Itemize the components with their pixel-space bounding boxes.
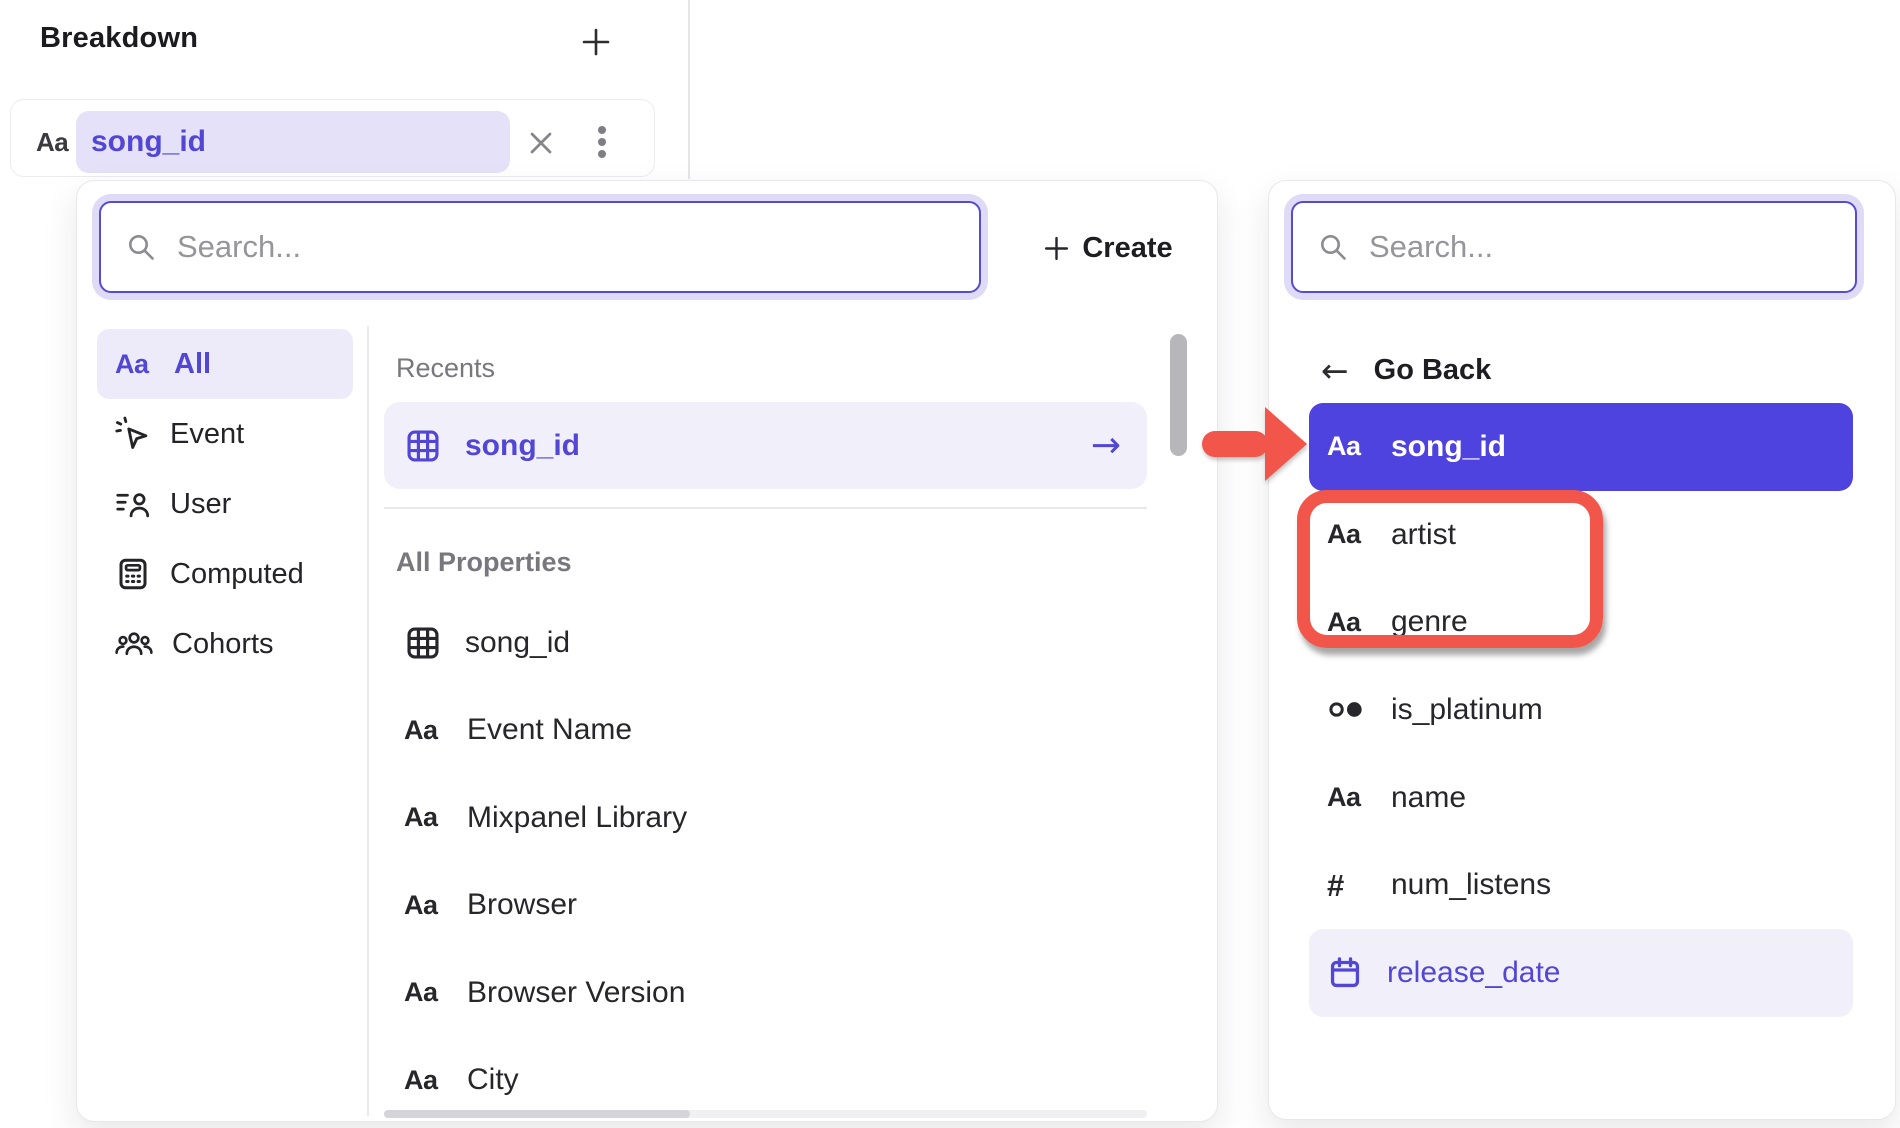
property-item-browser[interactable]: Aa Browser bbox=[384, 862, 1147, 950]
recent-property-song_id[interactable]: song_id → bbox=[384, 402, 1147, 489]
drilldown-search-input[interactable] bbox=[1367, 228, 1855, 266]
sidebar-item-user[interactable]: User bbox=[97, 469, 353, 539]
property-search-input[interactable] bbox=[175, 228, 979, 266]
property-name: song_id bbox=[1391, 430, 1506, 464]
property-name: song_id bbox=[465, 429, 580, 463]
text-type-icon: Aa bbox=[1327, 609, 1367, 636]
search-icon bbox=[1317, 231, 1349, 263]
sidebar-item-all[interactable]: Aa All bbox=[97, 329, 353, 399]
number-type-icon: # bbox=[1327, 870, 1367, 901]
selected-breakdown-label: song_id bbox=[91, 125, 206, 159]
plus-icon bbox=[1043, 235, 1070, 262]
drilldown-item-artist[interactable]: Aa artist bbox=[1309, 491, 1853, 579]
drilldown-item-num_listens[interactable]: # num_listens bbox=[1309, 841, 1853, 929]
panel-divider bbox=[688, 0, 690, 179]
sidebar-item-computed[interactable]: Computed bbox=[97, 539, 353, 609]
property-search-box bbox=[99, 201, 981, 293]
recents-header: Recents bbox=[396, 353, 495, 384]
vertical-scrollbar-thumb[interactable] bbox=[1170, 334, 1187, 456]
property-name: Event Name bbox=[467, 713, 632, 747]
category-sidebar: Aa All Event User Computed Cohorts bbox=[97, 329, 353, 679]
text-type-icon: Aa bbox=[404, 892, 444, 919]
computed-icon bbox=[115, 556, 151, 592]
recents-list: song_id → bbox=[384, 402, 1147, 489]
text-type-icon: Aa bbox=[404, 979, 444, 1006]
sidebar-divider bbox=[367, 326, 369, 1116]
all-properties-header: All Properties bbox=[396, 547, 572, 578]
create-property-button[interactable]: Create bbox=[1017, 213, 1199, 283]
create-button-label: Create bbox=[1082, 232, 1172, 265]
drilldown-item-is_platinum[interactable]: is_platinum bbox=[1309, 666, 1853, 754]
drilldown-item-release_date[interactable]: release_date bbox=[1309, 929, 1853, 1017]
boolean-type-icon bbox=[1327, 697, 1367, 722]
user-icon bbox=[115, 487, 151, 521]
go-back-label: Go Back bbox=[1374, 354, 1492, 387]
property-name: City bbox=[467, 1063, 519, 1097]
drilldown-property-list: Aasong_idAaartistAagenreis_platinumAanam… bbox=[1309, 403, 1853, 1017]
breakdown-section-title: Breakdown bbox=[40, 22, 198, 55]
close-icon bbox=[526, 128, 556, 158]
text-type-icon: Aa bbox=[36, 127, 68, 158]
sidebar-item-label: User bbox=[170, 488, 231, 521]
drilldown-item-genre[interactable]: Aagenre bbox=[1309, 578, 1853, 666]
property-item-mixpanel-library[interactable]: Aa Mixpanel Library bbox=[384, 774, 1147, 862]
property-name: Mixpanel Library bbox=[467, 801, 687, 835]
sidebar-item-label: Event bbox=[170, 418, 244, 451]
text-type-icon: Aa bbox=[115, 351, 155, 378]
text-type-icon: Aa bbox=[1327, 433, 1367, 460]
breakdown-options-button[interactable] bbox=[597, 126, 607, 158]
property-name: artist bbox=[1391, 518, 1456, 552]
property-name: genre bbox=[1391, 605, 1468, 639]
text-type-icon: Aa bbox=[404, 804, 444, 831]
drilldown-item-song_id[interactable]: Aa song_id bbox=[1309, 403, 1853, 491]
sidebar-item-label: Cohorts bbox=[172, 628, 274, 661]
property-name: is_platinum bbox=[1391, 693, 1543, 727]
property-name: num_listens bbox=[1391, 868, 1551, 902]
property-name: release_date bbox=[1387, 956, 1560, 990]
property-item-song_id[interactable]: song_id bbox=[384, 599, 1147, 687]
cohorts-icon bbox=[115, 627, 153, 661]
table-grid-icon bbox=[404, 624, 442, 662]
table-grid-icon bbox=[404, 427, 442, 465]
selected-breakdown-chip[interactable]: song_id bbox=[76, 111, 510, 173]
property-name: song_id bbox=[465, 626, 570, 660]
text-type-icon: Aa bbox=[1327, 521, 1367, 548]
property-name: Browser Version bbox=[467, 976, 685, 1010]
drill-in-arrow-icon[interactable]: → bbox=[1091, 428, 1147, 464]
sidebar-item-event[interactable]: Event bbox=[97, 399, 353, 469]
sidebar-item-label: All bbox=[174, 348, 211, 381]
page: { "colors": { "indigo_text": "#5247D5", … bbox=[0, 0, 1900, 1128]
drilldown-item-name[interactable]: Aaname bbox=[1309, 754, 1853, 842]
property-drilldown-panel: ← Go Back Aasong_idAaartistAagenreis_pla… bbox=[1268, 180, 1896, 1120]
event-icon bbox=[115, 416, 151, 452]
property-item-event-name[interactable]: Aa Event Name bbox=[384, 687, 1147, 775]
text-type-icon: Aa bbox=[1327, 784, 1367, 811]
property-item-browser-version[interactable]: Aa Browser Version bbox=[384, 949, 1147, 1037]
search-icon bbox=[125, 231, 157, 263]
text-type-icon: Aa bbox=[404, 1067, 444, 1094]
add-breakdown-button[interactable] bbox=[576, 22, 616, 62]
property-name: Browser bbox=[467, 888, 577, 922]
plus-icon bbox=[581, 27, 611, 57]
go-back-button[interactable]: ← Go Back bbox=[1321, 347, 1491, 393]
remove-breakdown-button[interactable] bbox=[526, 128, 556, 158]
sidebar-item-label: Computed bbox=[170, 558, 304, 591]
back-arrow-icon: ← bbox=[1321, 354, 1349, 387]
horizontal-scrollbar-thumb[interactable] bbox=[384, 1110, 690, 1118]
text-type-icon: Aa bbox=[404, 717, 444, 744]
list-divider bbox=[384, 507, 1147, 509]
drilldown-search-box bbox=[1291, 201, 1857, 293]
all-properties-list: song_id Aa Event Name Aa Mixpanel Library Aa B… bbox=[384, 599, 1147, 1124]
property-name: name bbox=[1391, 781, 1466, 815]
red-annotation-arrow bbox=[1192, 398, 1316, 490]
sidebar-item-cohorts[interactable]: Cohorts bbox=[97, 609, 353, 679]
calendar-icon bbox=[1327, 955, 1363, 991]
property-picker-panel: Create Aa All Event User Computed Cohorts Rec… bbox=[76, 180, 1218, 1122]
